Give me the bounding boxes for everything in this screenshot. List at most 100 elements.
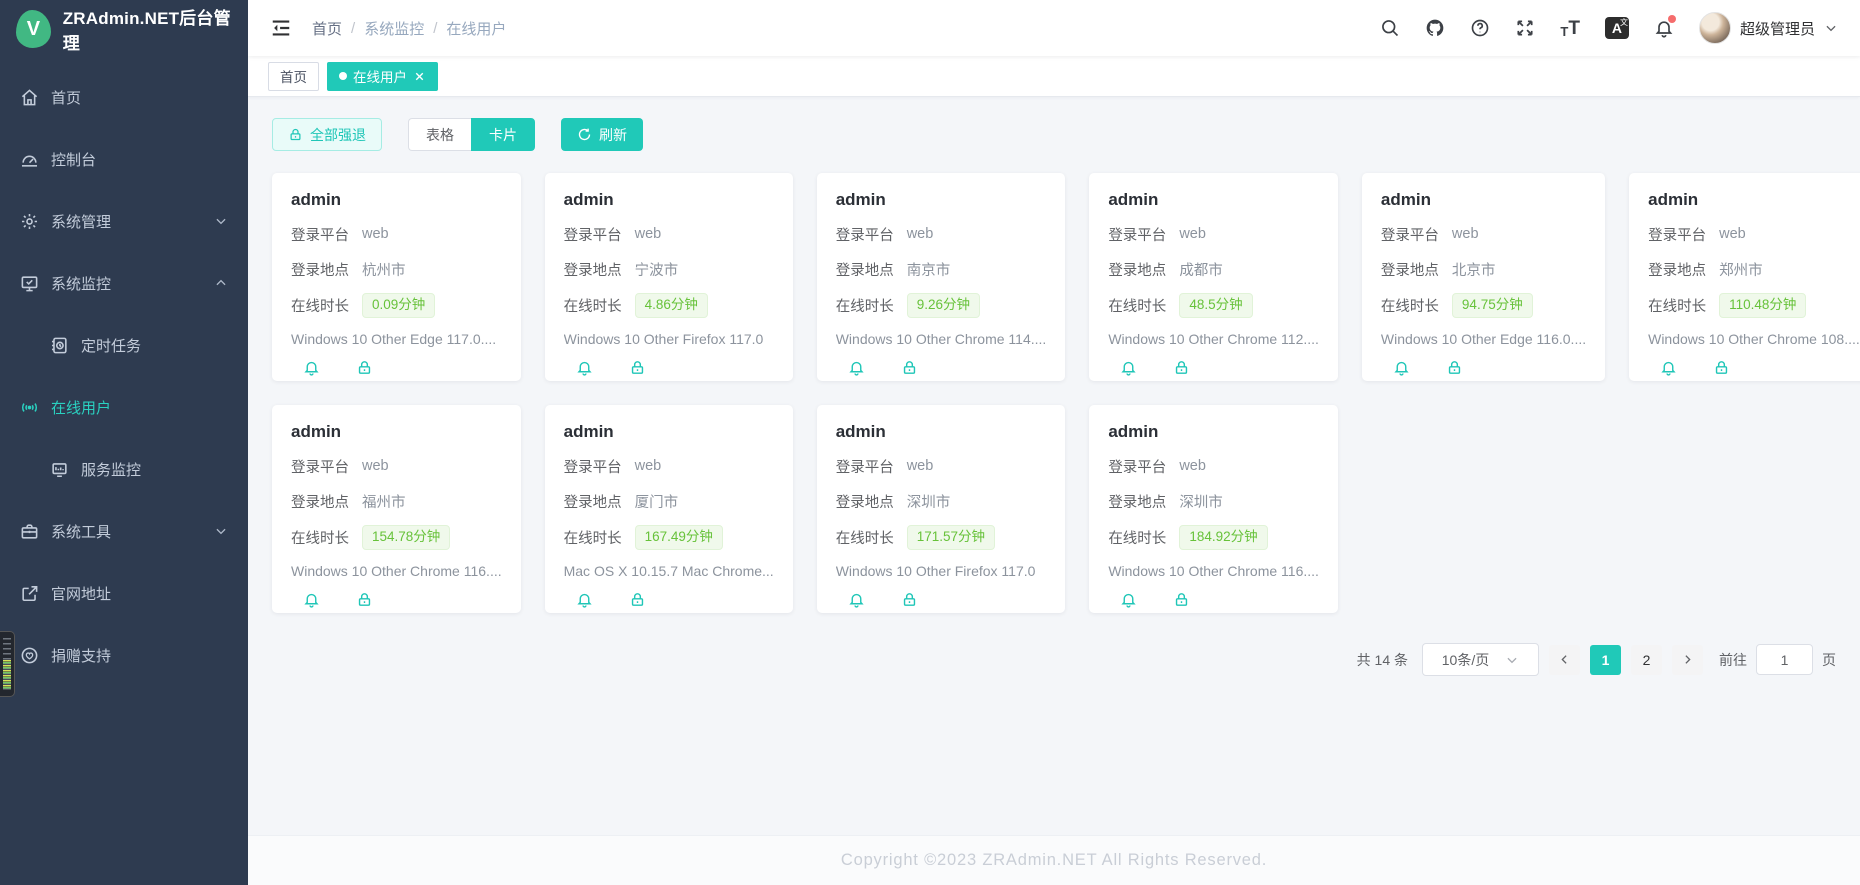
message-bell-icon[interactable] [576,359,593,376]
location-value: 厦门市 [635,491,679,512]
duration-label: 在线时长 [1381,295,1439,316]
fullscreen-icon[interactable] [1515,18,1535,38]
force-logout-lock-icon[interactable] [901,591,918,608]
goto-page: 前往 页 [1719,644,1836,675]
edge-widget-handle[interactable] [0,631,15,697]
sidebar-item-donate[interactable]: 捐赠支持 [0,624,248,686]
sidebar-item-label: 系统监控 [51,273,111,294]
page-size-select[interactable]: 10条/页 [1422,643,1539,676]
app-logo[interactable]: V ZRAdmin.NET后台管理 [0,0,248,58]
force-logout-lock-icon[interactable] [901,359,918,376]
duration-badge: 48.5分钟 [1179,293,1252,318]
sidebar-fold-icon[interactable] [270,17,292,39]
table-view-button[interactable]: 表格 [408,118,471,151]
page-button-1[interactable]: 1 [1590,645,1621,675]
force-logout-lock-icon[interactable] [629,591,646,608]
duration-label: 在线时长 [1648,295,1706,316]
sidebar-item-official-site[interactable]: 官网地址 [0,562,248,624]
language-glyph-sub: 文 [1620,17,1628,28]
card-actions [291,591,502,608]
chevron-down-icon [1824,21,1838,35]
message-bell-icon[interactable] [848,591,865,608]
prev-page-button[interactable] [1549,645,1580,675]
search-icon[interactable] [1380,18,1400,38]
sidebar-item-server-monitor[interactable]: 服务监控 [0,438,248,500]
force-logout-lock-icon[interactable] [1173,359,1190,376]
message-bell-icon[interactable] [1120,591,1137,608]
sidebar-item-label: 在线用户 [51,397,111,418]
duration-badge: 9.26分钟 [907,293,980,318]
close-icon[interactable] [413,70,426,83]
online-user-card: admin 登录平台 web 登录地点 宁波市 在线时长 4.86分钟 Wind… [545,173,793,381]
duration-label: 在线时长 [1108,527,1166,548]
card-actions [1108,359,1319,376]
card-view-button[interactable]: 卡片 [471,118,535,151]
dashboard-icon [20,150,39,169]
platform-value: web [635,226,662,242]
platform-label: 登录平台 [836,224,894,245]
force-logout-lock-icon[interactable] [1173,591,1190,608]
notifications-bell-icon[interactable] [1654,18,1674,38]
footer: Copyright ©2023 ZRAdmin.NET All Rights R… [248,835,1860,885]
breadcrumb-separator: / [351,20,355,37]
sidebar-item-system-monitor[interactable]: 系统监控 [0,252,248,314]
message-bell-icon[interactable] [1120,359,1137,376]
help-icon[interactable] [1470,18,1490,38]
card-actions [1381,359,1586,376]
online-user-card: admin 登录平台 web 登录地点 北京市 在线时长 94.75分钟 Win… [1362,173,1605,381]
force-logout-lock-icon[interactable] [1446,359,1463,376]
breadcrumb: 首页 / 系统监控 / 在线用户 [312,18,506,39]
platform-value: web [362,458,389,474]
force-logout-lock-icon[interactable] [629,359,646,376]
font-size-icon[interactable]: TT [1560,19,1580,38]
online-user-card: admin 登录平台 web 登录地点 福州市 在线时长 154.78分钟 Wi… [272,405,521,613]
sidebar-item-console[interactable]: 控制台 [0,128,248,190]
next-page-button[interactable] [1672,645,1703,675]
github-icon[interactable] [1425,18,1445,38]
card-os-info: Windows 10 Other Chrome 112.... [1108,331,1319,347]
home-icon [20,88,39,107]
pagination: 共 14 条 10条/页 1 2 前往 页 [272,643,1836,676]
force-logout-lock-icon[interactable] [1713,359,1730,376]
sidebar-item-scheduled-tasks[interactable]: 定时任务 [0,314,248,376]
breadcrumb-item-home[interactable]: 首页 [312,18,342,39]
chevron-down-icon [1505,653,1519,667]
breadcrumb-separator: / [433,20,437,37]
sidebar-item-label: 服务监控 [81,459,141,480]
sidebar-item-home[interactable]: 首页 [0,66,248,128]
online-user-card: admin 登录平台 web 登录地点 杭州市 在线时长 0.09分钟 Wind… [272,173,521,381]
language-icon[interactable]: A文 [1605,17,1629,39]
message-bell-icon[interactable] [576,591,593,608]
page-content: 全部强退 表格 卡片 刷新 admin 登录平台 web 登录地点 杭州市 在线… [248,97,1860,835]
force-logout-all-button[interactable]: 全部强退 [272,118,382,151]
sidebar-item-system-mgmt[interactable]: 系统管理 [0,190,248,252]
sidebar-item-online-users[interactable]: 在线用户 [0,376,248,438]
card-actions [564,591,774,608]
card-username: admin [1648,190,1860,210]
sidebar-item-system-tools[interactable]: 系统工具 [0,500,248,562]
duration-label: 在线时长 [291,527,349,548]
message-bell-icon[interactable] [303,359,320,376]
card-os-info: Windows 10 Other Edge 116.0.... [1381,331,1586,347]
refresh-button[interactable]: 刷新 [561,118,643,151]
message-bell-icon[interactable] [303,591,320,608]
message-bell-icon[interactable] [1660,359,1677,376]
user-menu[interactable]: 超级管理员 [1699,12,1838,44]
page-button-2[interactable]: 2 [1631,645,1662,675]
force-logout-lock-icon[interactable] [356,591,373,608]
card-actions [836,359,1047,376]
force-logout-lock-icon[interactable] [356,359,373,376]
message-bell-icon[interactable] [1393,359,1410,376]
message-bell-icon[interactable] [848,359,865,376]
sidebar-item-label: 控制台 [51,149,96,170]
chevron-down-icon [214,214,228,228]
sidebar-item-label: 捐赠支持 [51,645,111,666]
goto-page-input[interactable] [1756,644,1813,675]
platform-label: 登录平台 [564,224,622,245]
breadcrumb-item-system-monitor[interactable]: 系统监控 [364,18,424,39]
copyright-text: Copyright ©2023 ZRAdmin.NET All Rights R… [841,851,1267,870]
tab-home[interactable]: 首页 [268,62,319,91]
refresh-icon [577,127,592,142]
duration-label: 在线时长 [564,295,622,316]
tab-online-users[interactable]: 在线用户 [327,62,438,91]
